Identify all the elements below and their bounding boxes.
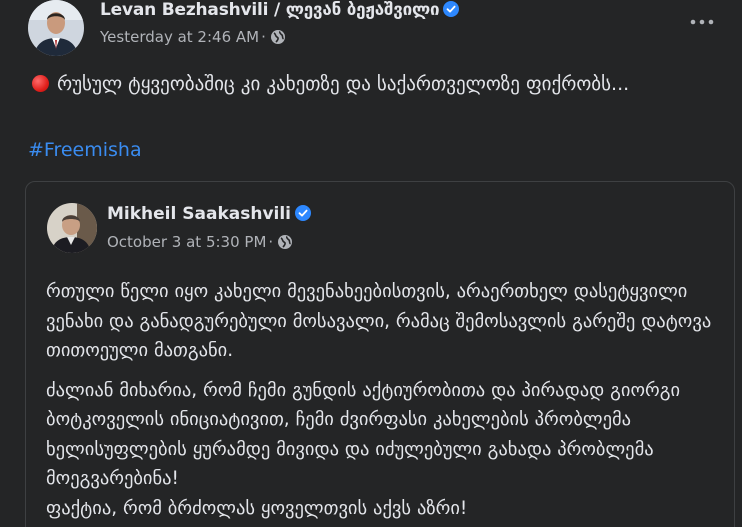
shared-post-meta: October 3 at 5:30 PM ·: [107, 233, 293, 251]
post-text-content: რუსულ ტყვეობაშიც კი კახეთზე და საქართველ…: [57, 73, 630, 95]
more-options-icon[interactable]: [688, 12, 716, 32]
meta-separator: ·: [261, 28, 266, 46]
globe-icon[interactable]: [277, 234, 293, 250]
post-text: რუსულ ტყვეობაშიც კი კახეთზე და საქართველ…: [32, 70, 722, 99]
shared-post-text: რთული წელი იყო კახელი მევენახეებისთვის, …: [46, 277, 726, 527]
facebook-post: Levan Bezhashvili / ლევან ბეჟაშვილი Yest…: [0, 0, 742, 527]
author-name[interactable]: Levan Bezhashvili / ლევან ბეჟაშვილი: [100, 0, 460, 20]
shared-author-name[interactable]: Mikheil Saakashvili: [107, 204, 312, 224]
shared-post-card[interactable]: Mikheil Saakashvili October 3 at 5:30 PM…: [25, 181, 735, 527]
shared-paragraph: ძალიან მიხარია, რომ ჩემი გუნდის აქტიურობ…: [46, 379, 681, 490]
hashtag-link[interactable]: #Freemisha: [28, 139, 142, 161]
red-circle-emoji: [32, 75, 49, 92]
shared-paragraph: რთული წელი იყო კახელი მევენახეებისთვის, …: [46, 281, 712, 361]
globe-icon[interactable]: [270, 29, 286, 45]
meta-separator: ·: [268, 233, 274, 251]
post-timestamp[interactable]: Yesterday at 2:46 AM: [100, 28, 259, 46]
verified-badge-icon: [443, 1, 460, 17]
author-name-text[interactable]: Levan Bezhashvili / ლევან ბეჟაშვილი: [100, 0, 440, 20]
verified-badge-icon: [295, 205, 312, 221]
shared-paragraph: ფაქტია, რომ ბრძოლას ყოველთვის აქვს აზრი!: [46, 497, 468, 519]
author-avatar[interactable]: [28, 0, 84, 56]
post-meta: Yesterday at 2:46 AM ·: [100, 28, 286, 46]
shared-author-name-text[interactable]: Mikheil Saakashvili: [107, 204, 291, 224]
shared-author-avatar[interactable]: [47, 203, 97, 253]
shared-post-timestamp[interactable]: October 3 at 5:30 PM: [107, 233, 266, 251]
